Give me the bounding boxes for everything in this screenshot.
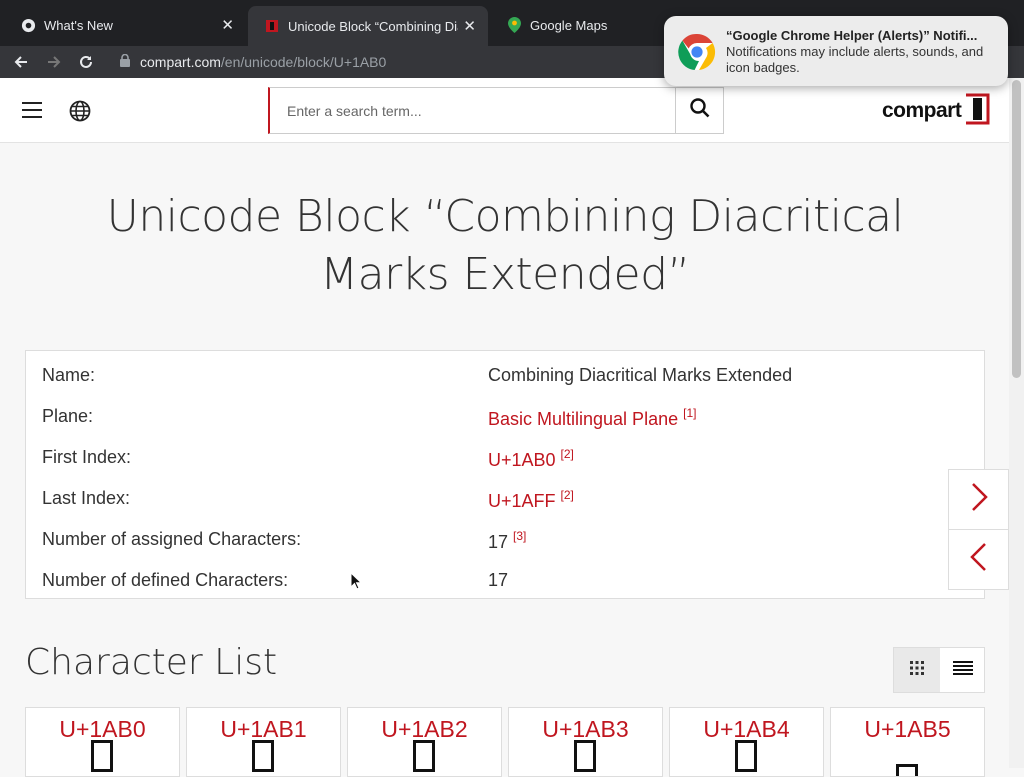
- back-arrow-icon[interactable]: [8, 49, 34, 75]
- notification-title: “Google Chrome Helper (Alerts)” Notifi..…: [726, 28, 978, 43]
- character-card[interactable]: U+1AB2: [347, 707, 502, 777]
- info-label: Number of assigned Characters:: [42, 529, 302, 549]
- next-block-button[interactable]: [948, 469, 1009, 530]
- chevron-left-icon: [969, 542, 988, 577]
- block-info-table: Name: Combining Diacritical Marks Extend…: [25, 350, 985, 599]
- character-card[interactable]: U+1AB1: [186, 707, 341, 777]
- character-card[interactable]: U+1AB3: [508, 707, 663, 777]
- list-view-button[interactable]: [940, 648, 986, 692]
- globe-icon[interactable]: [69, 100, 91, 122]
- google-maps-icon: [506, 17, 522, 33]
- logo-text: compart: [882, 99, 962, 122]
- grid-icon: [909, 660, 925, 681]
- chrome-logo-icon: [678, 33, 716, 71]
- tab-title: Google Maps: [530, 17, 608, 33]
- info-row-plane: Plane: Basic Multilingual Plane [1]: [26, 394, 984, 435]
- reload-icon[interactable]: [73, 49, 99, 75]
- menu-icon[interactable]: [22, 102, 42, 118]
- tab-whats-new[interactable]: What's New ✕: [4, 8, 246, 42]
- info-row-last-index: Last Index: U+1AFF [2]: [26, 476, 984, 517]
- lock-icon: [120, 53, 130, 70]
- glyph-placeholder-icon: [413, 740, 435, 772]
- compart-favicon-icon: [264, 18, 280, 34]
- info-row-defined-count: Number of defined Characters: 17: [26, 558, 984, 599]
- character-code: U+1AB5: [864, 716, 951, 742]
- search-input[interactable]: [270, 88, 676, 133]
- info-value: 17: [488, 532, 509, 552]
- logo-mark-icon: [964, 93, 990, 130]
- url-field[interactable]: compart.com/en/unicode/block/U+1AB0: [110, 49, 670, 75]
- character-card[interactable]: U+1AB5: [830, 707, 985, 777]
- first-index-link[interactable]: U+1AB0: [488, 450, 556, 470]
- url-path: /en/unicode/block/U+1AB0: [220, 54, 387, 70]
- glyph-placeholder-icon: [91, 740, 113, 772]
- glyph-placeholder-icon: [252, 740, 274, 772]
- info-row-name: Name: Combining Diacritical Marks Extend…: [26, 353, 984, 394]
- scrollbar[interactable]: [1009, 78, 1024, 768]
- grid-view-button[interactable]: [894, 648, 940, 692]
- notification-body: Notifications may include alerts, sounds…: [726, 44, 984, 75]
- tab-title: Unicode Block “Combining Dia: [288, 18, 458, 34]
- footnote-ref[interactable]: [1]: [683, 406, 696, 420]
- character-card[interactable]: U+1AB0: [25, 707, 180, 777]
- chrome-icon: [20, 17, 36, 33]
- footnote-ref[interactable]: [2]: [561, 447, 574, 461]
- search-button[interactable]: [675, 88, 723, 133]
- previous-block-button[interactable]: [948, 529, 1009, 590]
- chrome-notification[interactable]: “Google Chrome Helper (Alerts)” Notifi..…: [664, 16, 1008, 86]
- info-label: Last Index:: [42, 488, 131, 508]
- info-row-assigned-count: Number of assigned Characters: 17 [3]: [26, 517, 984, 558]
- info-row-first-index: First Index: U+1AB0 [2]: [26, 435, 984, 476]
- close-icon[interactable]: ✕: [221, 16, 234, 34]
- search-box: [268, 87, 724, 134]
- view-toggle: [893, 647, 985, 693]
- info-label: Name:: [42, 365, 96, 385]
- info-label: First Index:: [42, 447, 132, 467]
- search-icon: [689, 98, 710, 123]
- tab-title: What's New: [44, 17, 113, 33]
- last-index-link[interactable]: U+1AFF: [488, 491, 556, 511]
- character-code: U+1AB2: [381, 716, 468, 742]
- tab-unicode-block[interactable]: Unicode Block “Combining Dia ✕: [248, 6, 488, 46]
- info-label: Plane:: [42, 406, 94, 426]
- plane-link[interactable]: Basic Multilingual Plane: [488, 409, 678, 429]
- scrollbar-thumb[interactable]: [1012, 80, 1021, 378]
- site-header: compart: [0, 78, 1009, 143]
- forward-arrow-icon[interactable]: [41, 49, 67, 75]
- url-host: compart.com: [140, 54, 221, 70]
- character-code: U+1AB1: [220, 716, 307, 742]
- info-label: Number of defined Characters:: [42, 570, 289, 590]
- glyph-placeholder-icon: [896, 764, 918, 776]
- chevron-right-icon: [970, 482, 988, 517]
- info-value: 17: [488, 570, 509, 590]
- glyph-placeholder-icon: [574, 740, 596, 772]
- info-value: Combining Diacritical Marks Extended: [488, 365, 793, 385]
- footnote-ref[interactable]: [3]: [513, 529, 526, 543]
- character-code: U+1AB0: [59, 716, 146, 742]
- character-code: U+1AB4: [703, 716, 790, 742]
- footnote-ref[interactable]: [2]: [561, 488, 574, 502]
- glyph-placeholder-icon: [735, 740, 757, 772]
- compart-logo[interactable]: compart: [882, 93, 990, 130]
- close-icon[interactable]: ✕: [463, 17, 476, 35]
- character-code: U+1AB3: [542, 716, 629, 742]
- tab-google-maps[interactable]: Google Maps: [490, 8, 660, 42]
- character-list-heading: Character List: [25, 642, 278, 683]
- page-title: Unicode Block “Combining Diacritical Mar…: [106, 191, 904, 300]
- mouse-cursor-icon: [350, 571, 363, 595]
- character-card[interactable]: U+1AB4: [669, 707, 824, 777]
- list-icon: [953, 660, 973, 681]
